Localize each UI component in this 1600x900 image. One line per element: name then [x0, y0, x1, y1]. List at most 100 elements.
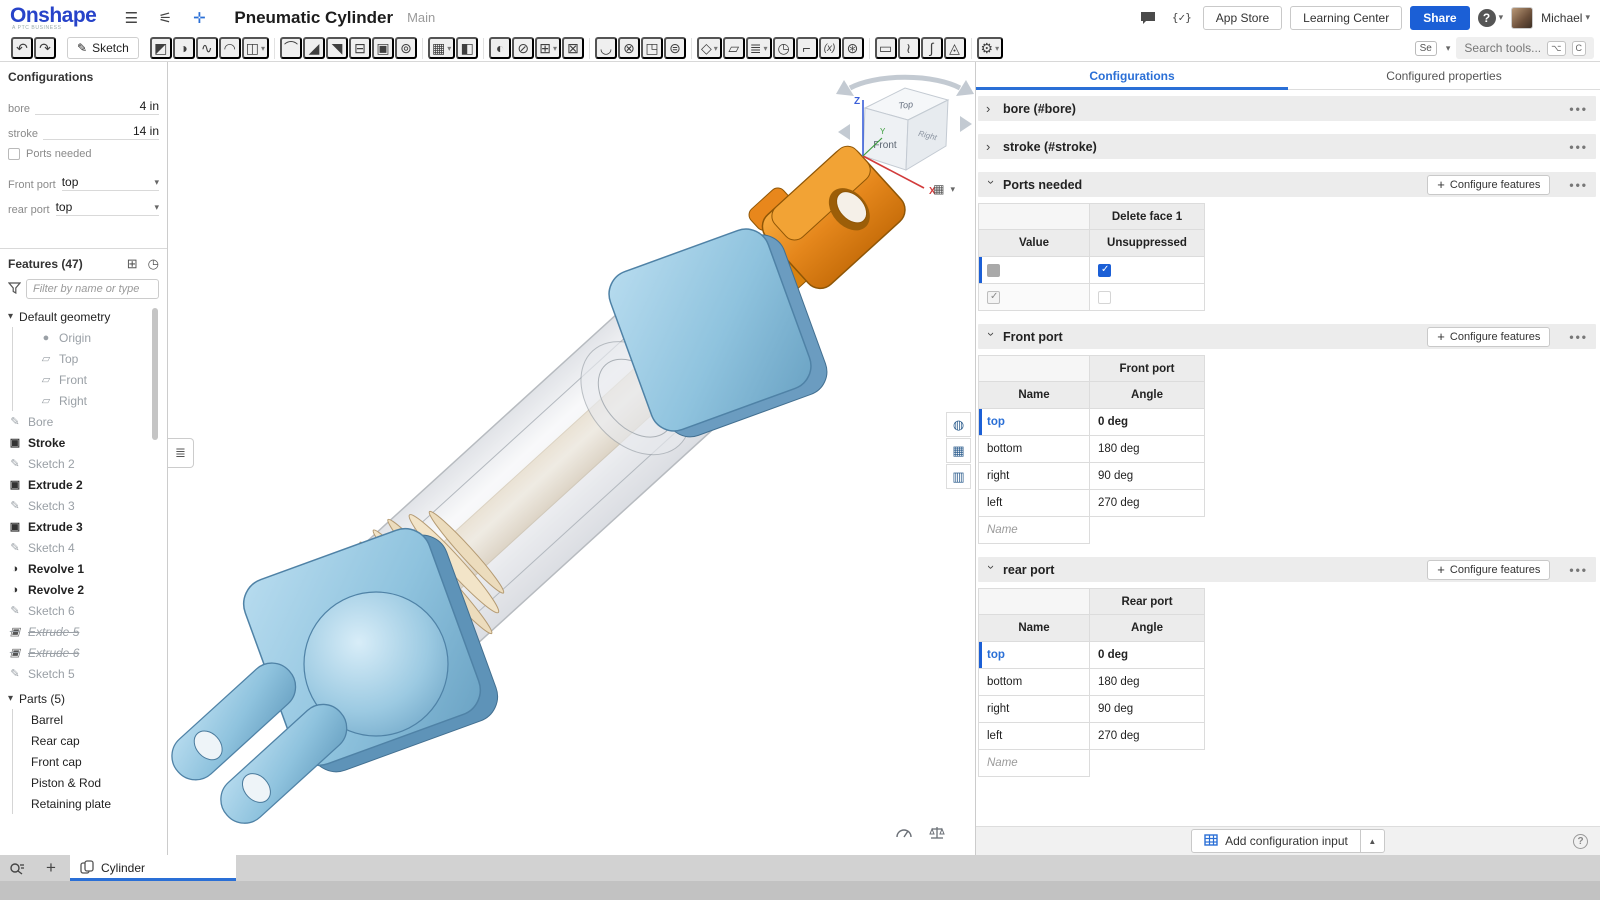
split-icon[interactable]: ⊘	[512, 37, 534, 59]
ports-needed-checkbox-row[interactable]: Ports needed	[8, 143, 159, 165]
search-tabs-icon[interactable]	[0, 855, 34, 881]
rear-port-overflow-menu-icon[interactable]: •••	[1569, 563, 1588, 577]
rear-port-row-bottom-name-cell[interactable]: bottom	[978, 669, 1090, 696]
checkbox-empty[interactable]	[1098, 291, 1111, 304]
front-port-overflow-menu-icon[interactable]: •••	[1569, 330, 1588, 344]
tree-scrollbar[interactable]	[152, 308, 158, 440]
stroke-input[interactable]: 14 in	[43, 124, 159, 140]
panel-help-icon[interactable]: ?	[1573, 834, 1588, 849]
boolean-icon[interactable]: ◐	[489, 37, 511, 59]
feature-filter-input[interactable]: Filter by name or type	[26, 279, 159, 299]
parts-group-header[interactable]: ▾Parts (5)	[0, 688, 167, 709]
feature-item-front[interactable]: ▱Front	[12, 369, 167, 390]
feature-item-revolve-2[interactable]: ◑Revolve 2	[0, 579, 167, 600]
ports-row-0-value-cell[interactable]	[978, 257, 1090, 284]
add-configuration-input-button[interactable]: Add configuration input	[1191, 829, 1361, 853]
part-item-piston-rod[interactable]: Piston & Rod	[12, 772, 167, 793]
front-port-row-left-name-cell[interactable]: left	[978, 490, 1090, 517]
spline-icon[interactable]: ≀	[898, 37, 920, 59]
ports-configure-features-button[interactable]: +Configure features	[1427, 175, 1550, 195]
workspace-name[interactable]: Main	[407, 10, 435, 25]
rear-port-dropdown[interactable]: rear port top ▾	[8, 193, 159, 216]
sweep-icon[interactable]: ∿	[196, 37, 218, 59]
rear-port-row-top-name-cell[interactable]: top	[978, 642, 1090, 669]
part-item-barrel[interactable]: Barrel	[12, 709, 167, 730]
display-states-icon[interactable]: ◍	[946, 412, 971, 437]
view-options-button[interactable]: ▦ ▾	[933, 182, 955, 196]
settings-gear-icon[interactable]: ⚙▾	[977, 37, 1004, 59]
redo-icon[interactable]: ↷	[34, 37, 56, 59]
sketch-button[interactable]: ✎ Sketch	[67, 37, 139, 59]
front-port-configure-features-button[interactable]: +Configure features	[1427, 327, 1550, 347]
rear-port-configure-features-button[interactable]: +Configure features	[1427, 560, 1550, 580]
move-face-icon[interactable]: ◳	[641, 37, 663, 59]
app-store-button[interactable]: App Store	[1203, 6, 1282, 30]
tab-configured-properties[interactable]: Configured properties	[1288, 62, 1600, 89]
sheet-metal-icon[interactable]: ⌐	[796, 37, 818, 59]
thicken-icon[interactable]: ◫▾	[242, 37, 269, 59]
feature-item-top[interactable]: ▱Top	[12, 348, 167, 369]
tree-group-default-geometry[interactable]: ▾Default geometry	[0, 306, 167, 327]
main-menu-icon[interactable]: ☰	[118, 6, 144, 30]
feature-item-extrude-3[interactable]: ▣Extrude 3	[0, 516, 167, 537]
section-rear-port[interactable]: › rear port +Configure features •••	[978, 557, 1596, 582]
transform-icon[interactable]: ⊞▾	[535, 37, 561, 59]
graphics-viewport[interactable]: Top Front Right Z X Y ▦ ▾ ≣ ◍ ▦ ▥	[168, 62, 975, 855]
checkbox-blue[interactable]	[1098, 264, 1111, 277]
featurescript-icon[interactable]: {✓}	[1169, 6, 1195, 30]
rollback-history-icon[interactable]: ◷	[148, 256, 159, 272]
plane-icon[interactable]: ▱	[723, 37, 745, 59]
undo-icon[interactable]: ↶	[11, 37, 33, 59]
feature-item-sketch-2[interactable]: ✎Sketch 2	[0, 453, 167, 474]
ports-row-0-unsuppressed-cell[interactable]	[1089, 257, 1205, 284]
share-button[interactable]: Share	[1410, 6, 1469, 30]
feature-item-sketch-5[interactable]: ✎Sketch 5	[0, 663, 167, 684]
user-avatar[interactable]	[1511, 7, 1533, 29]
add-tab-button[interactable]: +	[34, 855, 68, 881]
user-menu[interactable]: Michael ▾	[1541, 11, 1590, 25]
ports-row-1-value-cell[interactable]	[978, 284, 1090, 311]
ports-overflow-menu-icon[interactable]: •••	[1569, 178, 1588, 192]
part-item-front-cap[interactable]: Front cap	[12, 751, 167, 772]
hole-icon[interactable]: ⊚	[395, 37, 417, 59]
stroke-overflow-menu-icon[interactable]: •••	[1569, 140, 1588, 154]
view-cube[interactable]: Top Front Right Z X Y	[830, 70, 975, 220]
rib-icon[interactable]: ⊟	[349, 37, 371, 59]
feature-item-revolve-1[interactable]: ◑Revolve 1	[0, 558, 167, 579]
shell-icon[interactable]: ▣	[372, 37, 394, 59]
configured-parts-icon[interactable]: ▦	[946, 438, 971, 463]
tab-configurations[interactable]: Configurations	[976, 62, 1288, 89]
section-front-port[interactable]: › Front port +Configure features •••	[978, 324, 1596, 349]
search-tools-input[interactable]: Search tools... ⌥ C	[1456, 37, 1594, 59]
projected-curve-icon[interactable]: ∫	[921, 37, 943, 59]
rear-port-row-right-angle-cell[interactable]: 90 deg	[1089, 696, 1205, 723]
front-port-row-top-name-cell[interactable]: top	[978, 409, 1090, 436]
linear-pattern-icon[interactable]: ▦▾	[428, 37, 455, 59]
se-caret-icon[interactable]: ▾	[1446, 43, 1451, 54]
checkbox-filled[interactable]	[987, 264, 1000, 277]
custom-feature-icon[interactable]: ◬	[944, 37, 966, 59]
delete-face-icon[interactable]: ⊗	[618, 37, 640, 59]
section-stroke[interactable]: › stroke (#stroke) •••	[978, 134, 1596, 159]
feature-item-origin[interactable]: ●Origin	[12, 327, 167, 348]
document-structure-icon[interactable]: ⚟	[152, 6, 178, 30]
variable-icon[interactable]: (x)	[819, 37, 841, 59]
rear-port-row-top-angle-cell[interactable]: 0 deg	[1089, 642, 1205, 669]
feature-item-extrude-6[interactable]: ▣Extrude 6	[0, 642, 167, 663]
helix-icon[interactable]: ◷	[773, 37, 795, 59]
replace-face-icon[interactable]: ⊜	[664, 37, 686, 59]
section-bore[interactable]: › bore (#bore) •••	[978, 96, 1596, 121]
surface-icon[interactable]: ◇▾	[697, 37, 722, 59]
bore-input[interactable]: 4 in	[35, 99, 159, 115]
fillet-icon[interactable]: ⌒	[280, 37, 302, 59]
add-configuration-caret-button[interactable]: ▲	[1361, 829, 1385, 853]
tab-cylinder[interactable]: Cylinder	[70, 855, 236, 881]
rear-port-row-left-angle-cell[interactable]: 270 deg	[1089, 723, 1205, 750]
feature-list-flyout-toggle[interactable]: ≣	[168, 438, 194, 468]
rear-port-new-name-input[interactable]: Name	[978, 750, 1090, 777]
feature-item-extrude-5[interactable]: ▣Extrude 5	[0, 621, 167, 642]
front-port-row-right-angle-cell[interactable]: 90 deg	[1089, 463, 1205, 490]
part-item-retaining-plate[interactable]: Retaining plate	[12, 793, 167, 814]
se-badge[interactable]: Se	[1415, 41, 1437, 56]
ports-needed-checkbox[interactable]	[8, 148, 20, 160]
